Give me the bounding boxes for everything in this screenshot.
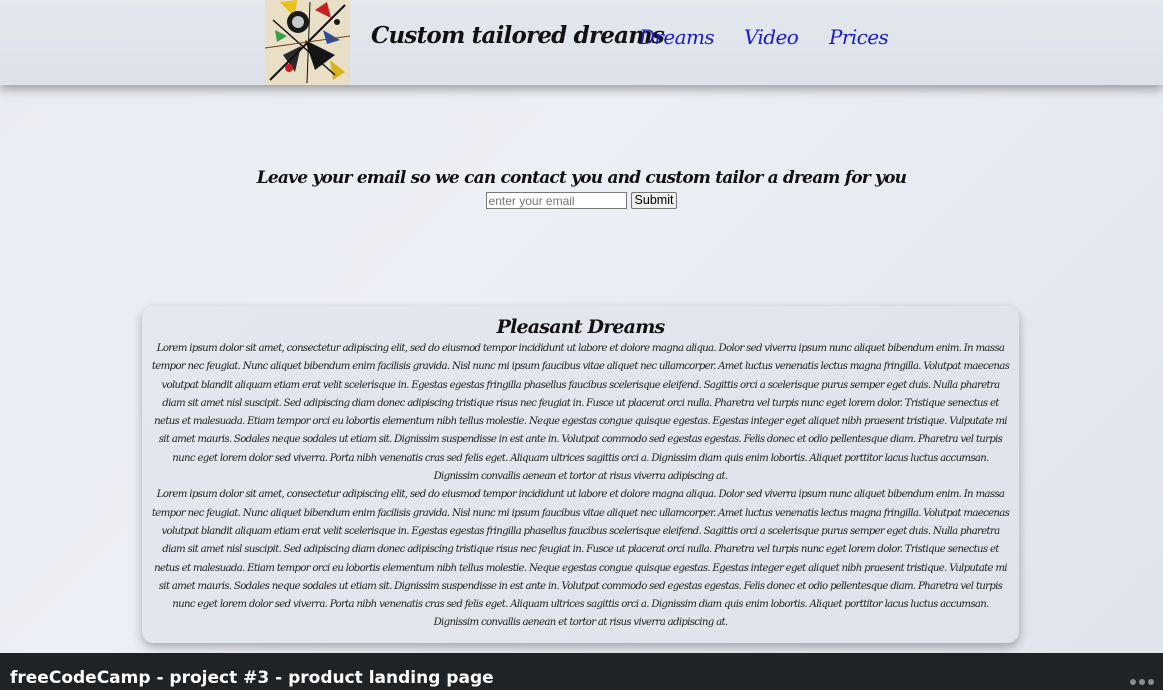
card-title: Pleasant Dreams xyxy=(496,316,666,338)
dot xyxy=(1148,679,1154,685)
dot xyxy=(1139,679,1145,685)
pleasant-dreams-card: Pleasant Dreams Lorem ipsum dolor sit am… xyxy=(142,306,1019,643)
card-paragraph: Lorem ipsum dolor sit amet, consectetur … xyxy=(151,343,1010,483)
nav-link-video[interactable]: Video xyxy=(744,25,799,49)
email-input[interactable] xyxy=(485,192,627,209)
form-heading: Leave your email so we can contact you a… xyxy=(256,168,907,188)
bottom-title-bar: freeCodeCamp - project #3 - product land… xyxy=(0,653,1163,690)
more-dots-icon[interactable] xyxy=(1130,677,1158,687)
brand-title: Custom tailored dreams xyxy=(371,22,665,49)
abstract-painting-logo[interactable] xyxy=(265,0,350,85)
submit-button[interactable]: Submit xyxy=(630,192,678,209)
site-header: Custom tailored dreams Dreams Video Pric… xyxy=(0,0,1163,85)
nav-link-prices[interactable]: Prices xyxy=(829,25,889,49)
form-row: Submit xyxy=(0,192,1163,209)
card-paragraph: Lorem ipsum dolor sit amet, consectetur … xyxy=(151,489,1010,629)
email-signup-form: Leave your email so we can contact you a… xyxy=(0,168,1163,209)
dot xyxy=(1130,679,1136,685)
nav-link-dreams[interactable]: Dreams xyxy=(639,25,715,49)
logo-artwork xyxy=(265,0,350,85)
project-title: freeCodeCamp - project #3 - product land… xyxy=(10,668,494,688)
